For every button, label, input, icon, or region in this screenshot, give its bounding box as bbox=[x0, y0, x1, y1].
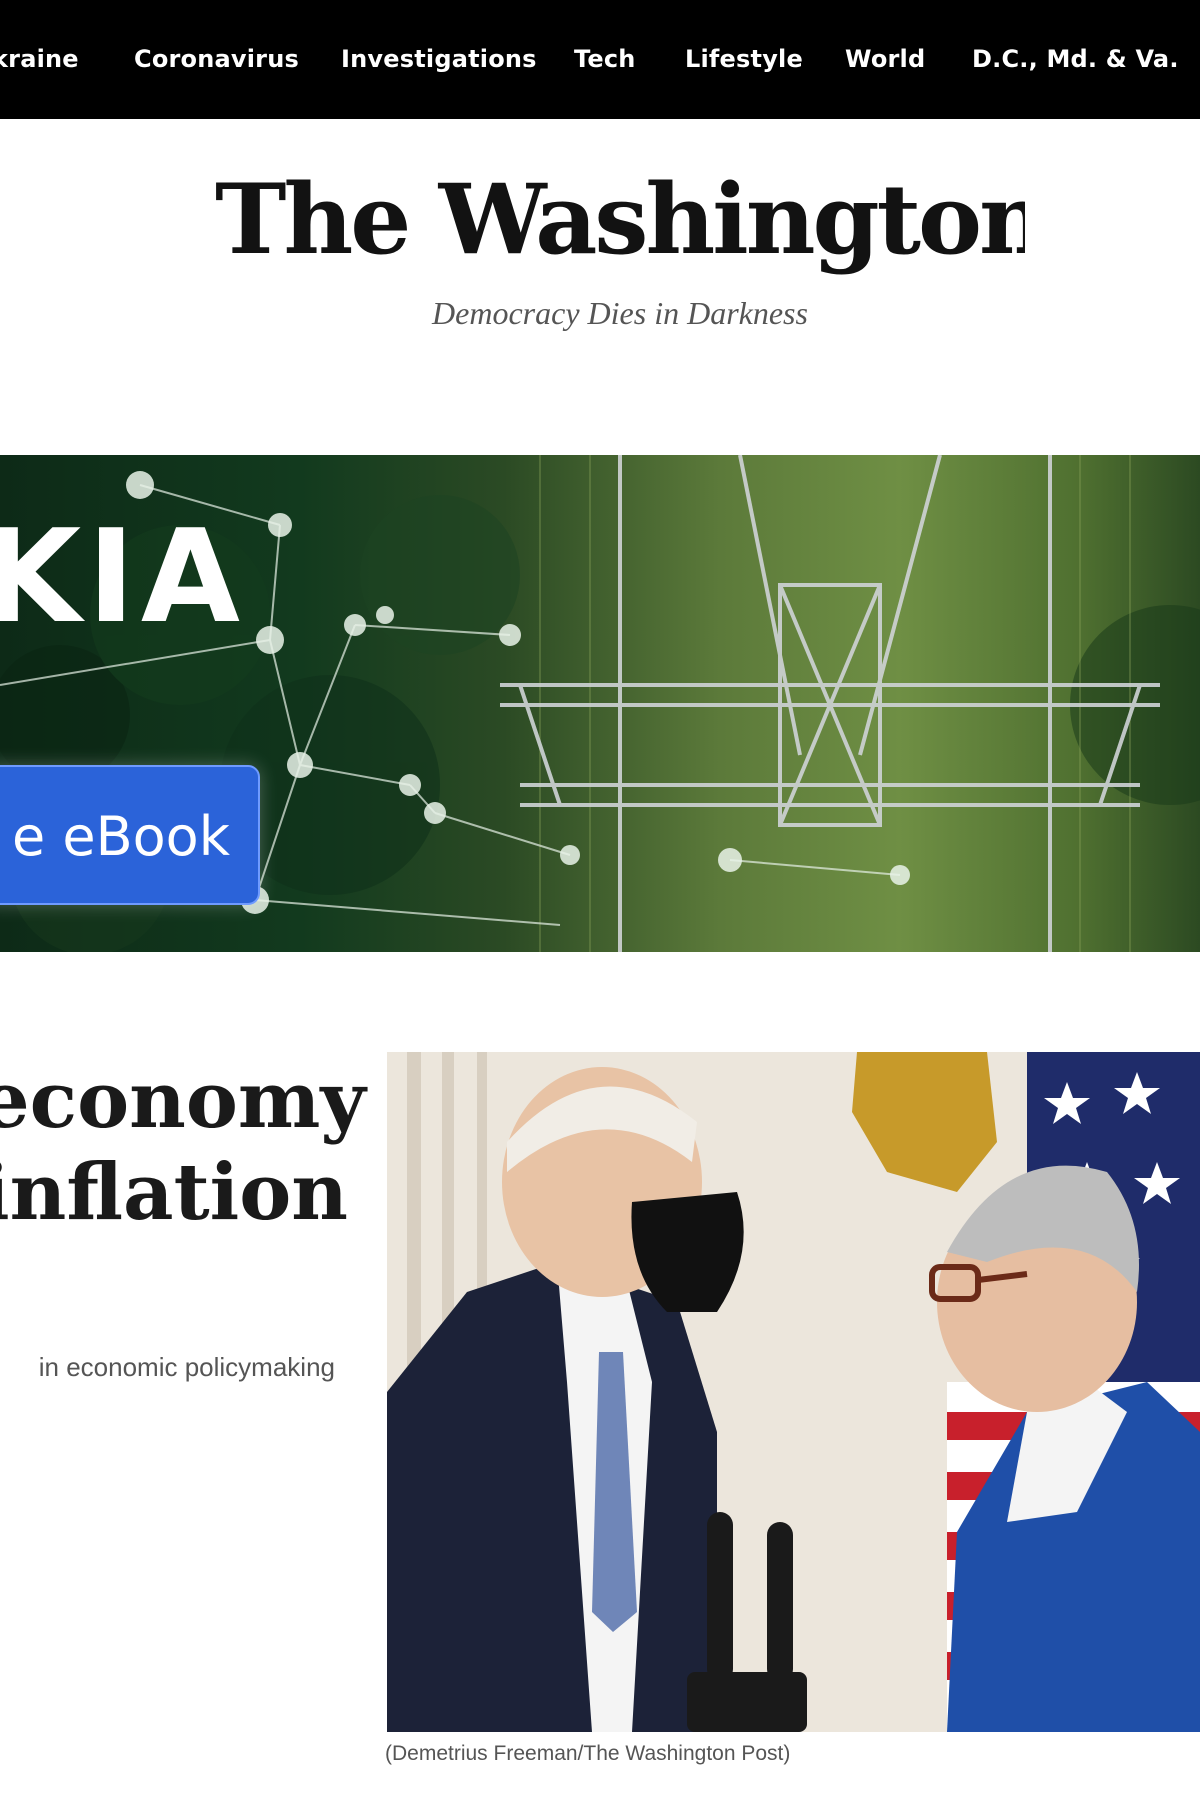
article-photo[interactable] bbox=[387, 1052, 1200, 1732]
nav-item-investigations[interactable]: Investigations bbox=[341, 0, 537, 119]
nav-item-lifestyle[interactable]: Lifestyle bbox=[685, 0, 803, 119]
nav-item-world[interactable]: World bbox=[845, 0, 925, 119]
article-dek: in economic policymaking bbox=[38, 1352, 335, 1382]
article-photo-illustration bbox=[387, 1052, 1200, 1732]
ad-cta-button[interactable]: e eBook bbox=[0, 765, 260, 905]
headline-line: inflation bbox=[0, 1147, 348, 1238]
headline-line: economy bbox=[0, 1055, 366, 1146]
site-tagline: Democracy Dies in Darkness bbox=[432, 295, 808, 331]
nav-item-dc-md-va[interactable]: D.C., Md. & Va. bbox=[972, 0, 1179, 119]
photo-credit: (Demetrius Freeman/The Washington Post) bbox=[385, 1742, 791, 1765]
nav-item-coronavirus[interactable]: Coronavirus bbox=[134, 0, 299, 119]
site-title: The Washington Post bbox=[215, 163, 1025, 276]
ad-banner[interactable]: KIA e eBook bbox=[0, 455, 1200, 952]
article-headline[interactable]: economy inflation bbox=[0, 1055, 366, 1239]
nav-item-tech[interactable]: Tech bbox=[574, 0, 636, 119]
top-nav: kraine Coronavirus Investigations Tech L… bbox=[0, 0, 1200, 119]
ad-brand-logo: KIA bbox=[0, 503, 246, 652]
nav-item-ukraine[interactable]: kraine bbox=[0, 0, 79, 119]
masthead-logo[interactable]: The Washington Post bbox=[215, 150, 1025, 290]
